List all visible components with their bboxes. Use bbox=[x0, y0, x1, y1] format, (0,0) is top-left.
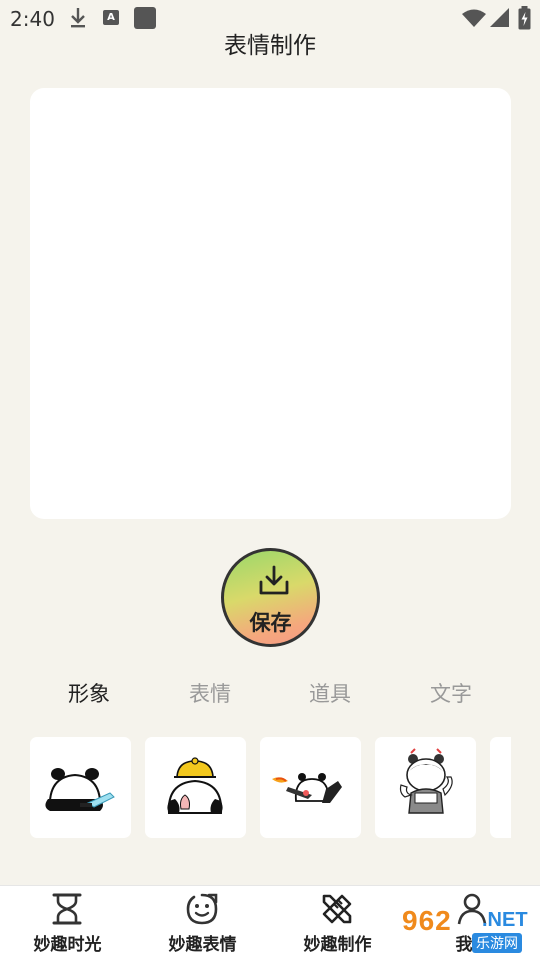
smiley-icon bbox=[186, 893, 218, 925]
category-tabs: 形象 表情 道具 文字 bbox=[0, 678, 540, 712]
sticker-item[interactable] bbox=[260, 737, 361, 838]
a-badge-icon: A bbox=[103, 10, 119, 25]
watermark-logo: 962 .NET 乐游网 bbox=[400, 905, 536, 955]
nav-item-time[interactable]: 妙趣时光 bbox=[0, 886, 135, 960]
nav-item-create[interactable]: 妙趣制作 bbox=[270, 886, 405, 960]
watermark-text: 乐游网 bbox=[472, 933, 522, 953]
editor-canvas[interactable] bbox=[30, 88, 511, 519]
nav-label: 妙趣表情 bbox=[168, 935, 237, 955]
sticker-item[interactable] bbox=[145, 737, 246, 838]
nav-label: 妙趣时光 bbox=[33, 935, 102, 955]
watermark-number: 962 bbox=[402, 905, 452, 936]
download-icon bbox=[259, 565, 289, 595]
tab-avatar[interactable]: 形象 bbox=[39, 678, 139, 708]
tab-expression[interactable]: 表情 bbox=[160, 678, 260, 708]
page-title: 表情制作 bbox=[224, 33, 316, 59]
hourglass-icon bbox=[52, 893, 82, 925]
panda-knife-image bbox=[45, 768, 115, 811]
watermark-net: .NET bbox=[482, 909, 528, 931]
save-label: 保存 bbox=[249, 611, 292, 635]
sticker-item[interactable] bbox=[30, 737, 131, 838]
sticker-item[interactable] bbox=[375, 737, 476, 838]
girl-buns-image bbox=[399, 748, 453, 814]
nav-label: 妙趣制作 bbox=[303, 935, 372, 955]
nav-item-expressions[interactable]: 妙趣表情 bbox=[135, 886, 270, 960]
panda-hardhat-image bbox=[167, 757, 223, 814]
pencil-ruler-icon bbox=[322, 894, 352, 924]
sticker-item[interactable] bbox=[490, 737, 511, 838]
save-button[interactable]: 保存 bbox=[221, 548, 320, 647]
panda-gun-image bbox=[272, 773, 342, 803]
tab-text[interactable]: 文字 bbox=[401, 678, 501, 708]
tab-props[interactable]: 道具 bbox=[280, 678, 380, 708]
sticker-list[interactable] bbox=[30, 737, 511, 839]
